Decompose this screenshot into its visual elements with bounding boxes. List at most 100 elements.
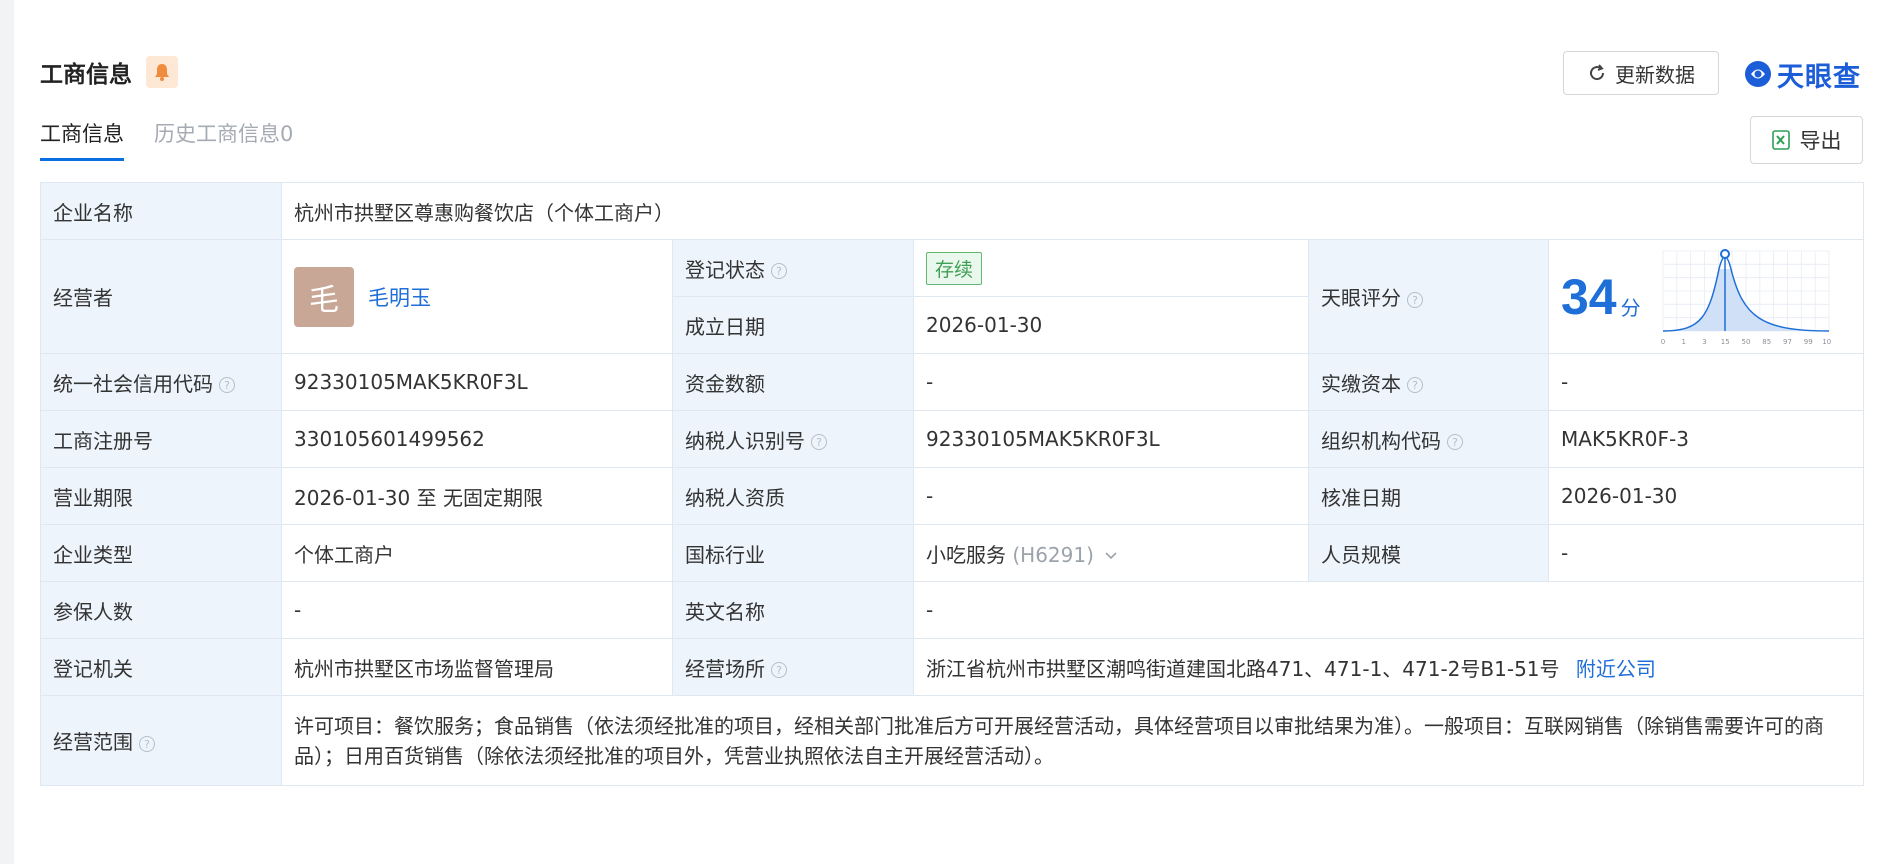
table-row: 营业期限 2026-01-30 至 无固定期限 纳税人资质 - 核准日期 202…: [40, 467, 1864, 525]
refresh-data-label: 更新数据: [1615, 62, 1695, 87]
nearby-company-link[interactable]: 附近公司: [1576, 657, 1656, 681]
org-code-label: 组织机构代码: [1321, 428, 1441, 453]
operator-cell: 毛 毛明玉: [281, 239, 673, 354]
industry-cell[interactable]: 小吃服务 (H6291): [913, 524, 1309, 582]
brand-logo: 天眼查: [1743, 56, 1861, 93]
help-icon[interactable]: ?: [771, 263, 787, 279]
type-label: 企业类型: [40, 524, 282, 582]
taxpayer-id-label-cell: 纳税人识别号?: [672, 410, 914, 468]
notify-bell-button[interactable]: [146, 56, 178, 88]
score-cell[interactable]: 34 分 0 1 3 15 50 85 97 99 100: [1548, 239, 1864, 354]
english-name-value: -: [913, 581, 1864, 639]
score-tick-label: 85: [1762, 338, 1771, 346]
english-name-label: 英文名称: [672, 581, 914, 639]
score-label: 天眼评分: [1321, 286, 1401, 310]
page-title: 工商信息: [40, 62, 132, 88]
score-value: 34: [1561, 268, 1617, 325]
help-icon[interactable]: ?: [1407, 377, 1423, 393]
score-marker-dot: [1719, 248, 1730, 259]
score-tick-label: 50: [1741, 338, 1750, 346]
scope-value: 许可项目：餐饮服务；食品销售（依法须经批准的项目，经相关部门批准后方可开展经营活…: [281, 695, 1864, 786]
paid-capital-value: -: [1548, 353, 1864, 411]
help-icon[interactable]: ?: [811, 434, 827, 450]
taxpayer-qual-label: 纳税人资质: [672, 467, 914, 525]
reg-status-cell: 存续: [913, 239, 1309, 297]
est-date-label: 成立日期: [672, 296, 914, 354]
staff-value: -: [1548, 524, 1864, 582]
score-tick-label: 1: [1681, 338, 1685, 346]
paid-capital-label: 实缴资本: [1321, 371, 1401, 396]
refresh-icon: [1590, 64, 1605, 81]
credit-code-value: 92330105MAK5KR0F3L: [281, 353, 673, 411]
reg-status-label: 登记状态: [685, 257, 765, 282]
business-info-table: 企业名称 杭州市拱墅区尊惠购餐饮店（个体工商户） 经营者 毛 毛明玉 登记状态?…: [40, 182, 1864, 786]
help-icon[interactable]: ?: [1407, 291, 1423, 308]
table-row: 统一社会信用代码? 92330105MAK5KR0F3L 资金数额 - 实缴资本…: [40, 353, 1864, 411]
taxpayer-id-value: 92330105MAK5KR0F3L: [913, 410, 1309, 468]
credit-code-label-cell: 统一社会信用代码?: [40, 353, 282, 411]
bell-icon: [155, 64, 169, 81]
tab-business-info[interactable]: 工商信息: [40, 118, 124, 161]
insured-value: -: [281, 581, 673, 639]
approve-date-label: 核准日期: [1308, 467, 1549, 525]
address-cell: 浙江省杭州市拱墅区潮鸣街道建国北路471、471-1、471-2号B1-51号 …: [913, 638, 1864, 696]
section-header: 工商信息: [40, 52, 178, 92]
refresh-data-button[interactable]: 更新数据: [1563, 51, 1719, 95]
approve-date-value: 2026-01-30: [1548, 467, 1864, 525]
staff-label: 人员规模: [1308, 524, 1549, 582]
address-label: 经营场所: [685, 656, 765, 681]
brand-name: 天眼查: [1777, 61, 1861, 93]
operator-label: 经营者: [40, 239, 282, 354]
taxpayer-id-label: 纳税人识别号: [685, 428, 805, 453]
table-row: 工商注册号 330105601499562 纳税人识别号? 92330105MA…: [40, 410, 1864, 468]
chevron-down-icon[interactable]: [1104, 551, 1118, 561]
excel-icon: [1771, 130, 1790, 150]
company-name-label: 企业名称: [40, 182, 282, 240]
score-tick-label: 97: [1783, 338, 1792, 346]
table-row: 登记机关 杭州市拱墅区市场监督管理局 经营场所? 浙江省杭州市拱墅区潮鸣街道建国…: [40, 638, 1864, 696]
industry-label: 国标行业: [672, 524, 914, 582]
table-row: 经营者 毛 毛明玉 登记状态? 存续 天眼评分? 34 分 0 1 3 15 5…: [40, 239, 1864, 354]
status-badge: 存续: [926, 251, 983, 285]
reg-no-value: 330105601499562: [281, 410, 673, 468]
help-icon[interactable]: ?: [1447, 434, 1463, 450]
help-icon[interactable]: ?: [219, 377, 235, 393]
authority-label: 登记机关: [40, 638, 282, 696]
scope-label: 经营范围: [53, 730, 133, 754]
address-label-cell: 经营场所?: [672, 638, 914, 696]
insured-label: 参保人数: [40, 581, 282, 639]
reg-status-label-cell: 登记状态?: [672, 239, 914, 297]
help-icon[interactable]: ?: [771, 662, 787, 678]
type-value: 个体工商户: [281, 524, 673, 582]
tab-history-business-info[interactable]: 历史工商信息0: [154, 118, 293, 161]
authority-value: 杭州市拱墅区市场监督管理局: [281, 638, 673, 696]
table-row: 企业类型 个体工商户 国标行业 小吃服务 (H6291) 人员规模 -: [40, 524, 1864, 582]
address-value: 浙江省杭州市拱墅区潮鸣街道建国北路471、471-1、471-2号B1-51号: [926, 656, 1560, 681]
operator-name-link[interactable]: 毛明玉: [368, 282, 431, 312]
left-gutter: [0, 0, 14, 864]
reg-no-label: 工商注册号: [40, 410, 282, 468]
score-label-cell: 天眼评分?: [1308, 239, 1549, 354]
help-icon[interactable]: ?: [139, 735, 155, 752]
company-name-value: 杭州市拱墅区尊惠购餐饮店（个体工商户）: [281, 182, 1864, 240]
tab-bar: 工商信息 历史工商信息0: [40, 118, 293, 161]
capital-label: 资金数额: [672, 353, 914, 411]
export-label: 导出: [1799, 129, 1842, 153]
org-code-label-cell: 组织机构代码?: [1308, 410, 1549, 468]
score-tick-label: 3: [1702, 338, 1706, 346]
table-row: 企业名称 杭州市拱墅区尊惠购餐饮店（个体工商户）: [40, 182, 1864, 240]
avatar: 毛: [294, 266, 354, 327]
score-tick-label: 15: [1720, 338, 1729, 346]
tianyancha-logo-icon: [1745, 61, 1771, 87]
taxpayer-qual-value: -: [913, 467, 1309, 525]
paid-capital-label-cell: 实缴资本?: [1308, 353, 1549, 411]
score-tick-label: 100: [1822, 338, 1831, 346]
table-row: 参保人数 - 英文名称 -: [40, 581, 1864, 639]
credit-code-label: 统一社会信用代码: [53, 371, 213, 396]
industry-value: 小吃服务: [926, 542, 1006, 567]
export-button[interactable]: 导出: [1750, 116, 1863, 164]
est-date-value: 2026-01-30: [913, 296, 1309, 354]
org-code-value: MAK5KR0F-3: [1548, 410, 1864, 468]
term-value: 2026-01-30 至 无固定期限: [281, 467, 673, 525]
score-unit: 分: [1620, 296, 1641, 320]
